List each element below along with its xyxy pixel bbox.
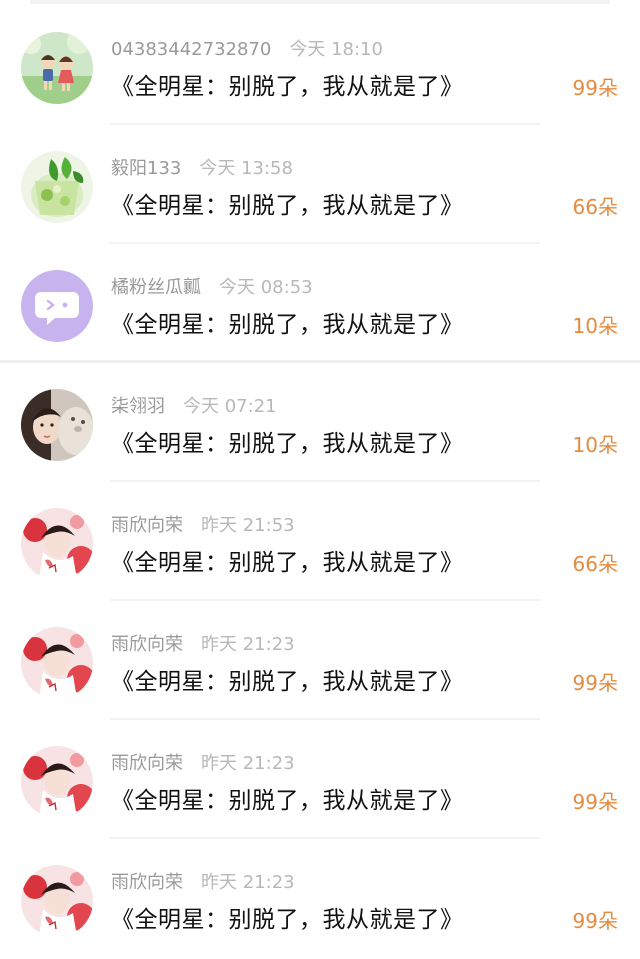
flower-count: 66朵 bbox=[572, 195, 618, 219]
username[interactable]: 柒翎羽 bbox=[111, 396, 165, 417]
comment-row[interactable]: 毅阳133 今天 13:58 《全明星：别脱了，我从就是了》 66朵 bbox=[0, 125, 640, 244]
comment-meta: 毅阳133 今天 13:58 bbox=[111, 157, 293, 181]
timestamp: 今天 08:53 bbox=[219, 277, 313, 298]
username[interactable]: 雨欣向荣 bbox=[111, 515, 183, 536]
flower-count: 99朵 bbox=[572, 671, 618, 695]
comment-row[interactable]: 柒翎羽 今天 07:21 《全明星：别脱了，我从就是了》 10朵 bbox=[0, 363, 640, 482]
comment-row[interactable]: 04383442732870 今天 18:10 《全明星：别脱了，我从就是了》 9… bbox=[0, 6, 640, 125]
timestamp: 昨天 21:53 bbox=[201, 515, 295, 536]
timestamp: 今天 07:21 bbox=[183, 396, 277, 417]
flower-count: 10朵 bbox=[572, 314, 618, 338]
username[interactable]: 雨欣向荣 bbox=[111, 753, 183, 774]
flower-count: 99朵 bbox=[572, 790, 618, 814]
comment-meta: 橘粉丝瓜瓤 今天 08:53 bbox=[111, 276, 313, 300]
comment-meta: 柒翎羽 今天 07:21 bbox=[111, 395, 277, 419]
timestamp: 今天 18:10 bbox=[289, 39, 383, 60]
comment-row[interactable]: 雨欣向荣 昨天 21:23 《全明星：别脱了，我从就是了》 99朵 bbox=[0, 720, 640, 839]
comment-row[interactable]: 橘粉丝瓜瓤 今天 08:53 《全明星：别脱了，我从就是了》 10朵 bbox=[0, 244, 640, 363]
comment-text: 《全明星：别脱了，我从就是了》 bbox=[111, 550, 464, 576]
girl-red-flower-avatar-icon[interactable] bbox=[21, 865, 93, 937]
comment-meta: 04383442732870 今天 18:10 bbox=[111, 38, 383, 62]
comment-meta: 雨欣向荣 昨天 21:23 bbox=[111, 871, 295, 895]
username[interactable]: 橘粉丝瓜瓤 bbox=[111, 277, 201, 298]
timestamp: 今天 13:58 bbox=[199, 158, 293, 179]
username[interactable]: 04383442732870 bbox=[111, 39, 271, 60]
flower-count: 10朵 bbox=[572, 433, 618, 457]
timestamp: 昨天 21:23 bbox=[201, 634, 295, 655]
comment-text: 《全明星：别脱了，我从就是了》 bbox=[111, 788, 464, 814]
flower-count: 99朵 bbox=[572, 76, 618, 100]
username[interactable]: 毅阳133 bbox=[111, 158, 181, 179]
comment-text: 《全明星：别脱了，我从就是了》 bbox=[111, 907, 464, 933]
lime-drink-avatar-icon[interactable] bbox=[21, 151, 93, 223]
comment-row[interactable]: 雨欣向荣 昨天 21:53 《全明星：别脱了，我从就是了》 66朵 bbox=[0, 482, 640, 601]
timestamp: 昨天 21:23 bbox=[201, 872, 295, 893]
comment-meta: 雨欣向荣 昨天 21:53 bbox=[111, 514, 295, 538]
comment-text: 《全明星：别脱了，我从就是了》 bbox=[111, 431, 464, 457]
comment-row[interactable]: 雨欣向荣 昨天 21:23 《全明星：别脱了，我从就是了》 99朵 bbox=[0, 601, 640, 720]
timestamp: 昨天 21:23 bbox=[201, 753, 295, 774]
girl-red-flower-avatar-icon[interactable] bbox=[21, 746, 93, 818]
comment-meta: 雨欣向荣 昨天 21:23 bbox=[111, 633, 295, 657]
chat-bubble-avatar-icon[interactable] bbox=[21, 270, 93, 342]
comment-text: 《全明星：别脱了，我从就是了》 bbox=[111, 74, 464, 100]
username[interactable]: 雨欣向荣 bbox=[111, 634, 183, 655]
comment-text: 《全明星：别脱了，我从就是了》 bbox=[111, 312, 464, 338]
girl-red-flower-avatar-icon[interactable] bbox=[21, 627, 93, 699]
flower-count: 66朵 bbox=[572, 552, 618, 576]
comment-text: 《全明星：别脱了，我从就是了》 bbox=[111, 669, 464, 695]
girl-with-plush-avatar-icon[interactable] bbox=[21, 389, 93, 461]
comment-meta: 雨欣向荣 昨天 21:23 bbox=[111, 752, 295, 776]
username[interactable]: 雨欣向荣 bbox=[111, 872, 183, 893]
girl-red-flower-avatar-icon[interactable] bbox=[21, 508, 93, 580]
comment-text: 《全明星：别脱了，我从就是了》 bbox=[111, 193, 464, 219]
comment-row[interactable]: 雨欣向荣 昨天 21:23 《全明星：别脱了，我从就是了》 99朵 bbox=[0, 839, 640, 958]
top-edge-divider bbox=[30, 0, 610, 4]
cartoon-kids-avatar-icon[interactable] bbox=[21, 32, 93, 104]
flower-count: 99朵 bbox=[572, 909, 618, 933]
